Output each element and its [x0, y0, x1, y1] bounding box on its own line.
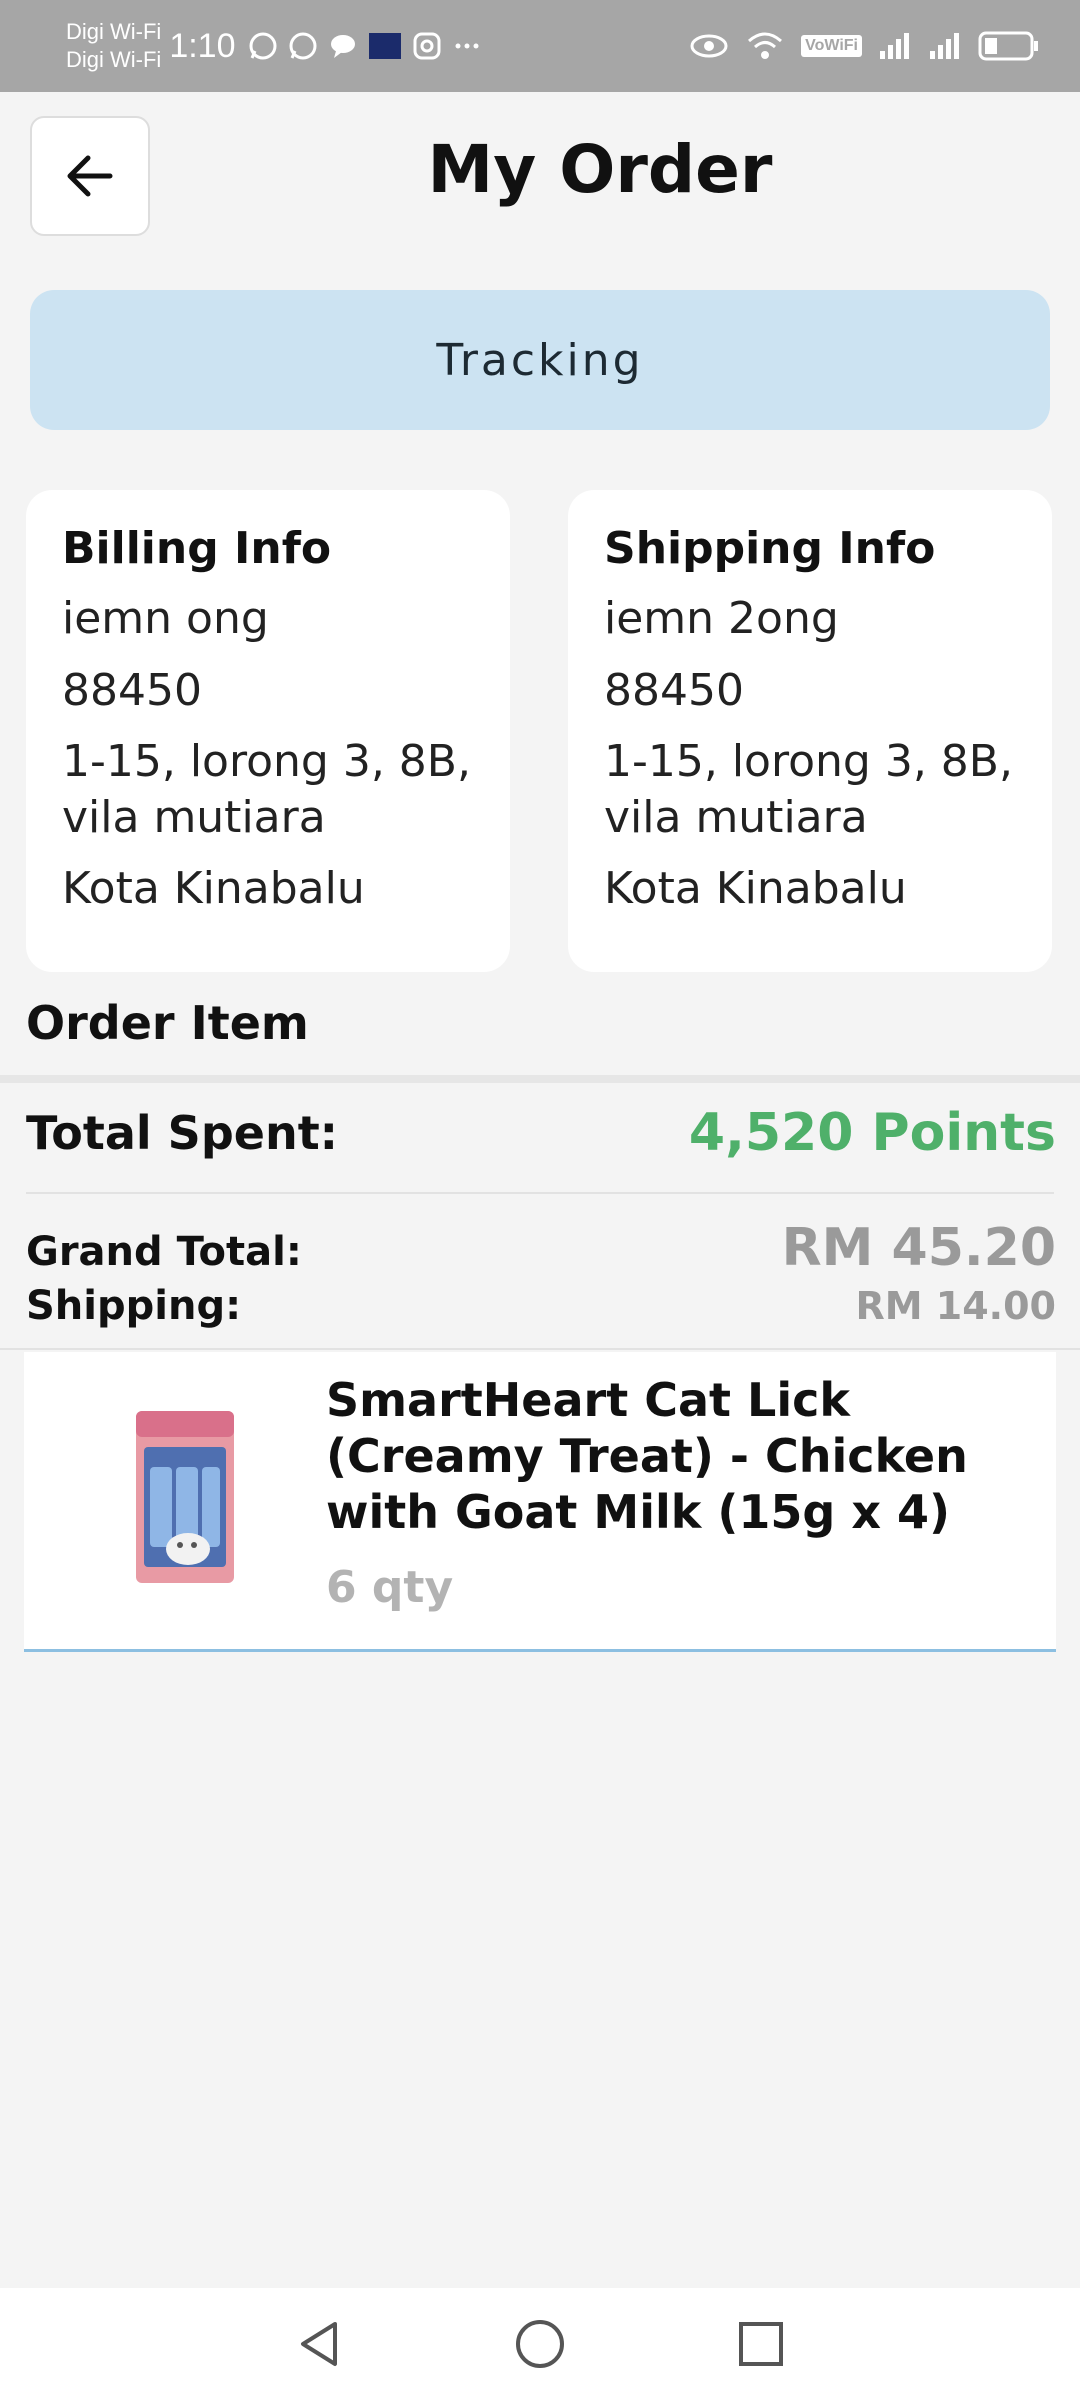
total-spent-row: Total Spent: 4,520 Points — [26, 1100, 1056, 1166]
page-title: My Order — [427, 131, 773, 208]
grand-total-label: Grand Total: — [26, 1229, 302, 1275]
signal-icon — [880, 33, 909, 59]
status-time: 1:10 — [169, 26, 236, 65]
system-icons: VoWiFi — [689, 29, 1040, 63]
carrier-2: Digi Wi-Fi — [66, 47, 162, 72]
tracking-button[interactable]: Tracking — [30, 290, 1050, 430]
total-spent-label: Total Spent: — [26, 1106, 339, 1160]
instagram-icon — [413, 32, 441, 60]
tracking-label: Tracking — [436, 334, 644, 386]
billing-name: iemn ong — [62, 593, 269, 644]
notification-icons — [248, 31, 482, 61]
divider — [26, 1192, 1054, 1194]
billing-info-card: Billing Info iemn ong 88450 1-15, lorong… — [26, 490, 510, 972]
square-recents-icon[interactable] — [733, 2316, 789, 2372]
shipping-fee-value: RM 14.00 — [855, 1284, 1056, 1328]
grand-total-row: Grand Total: RM 45.20 — [26, 1218, 1056, 1282]
status-bar: Digi Wi-Fi Digi Wi-Fi 1:10 VoWiFi — [0, 0, 1080, 92]
circle-home-icon[interactable] — [512, 2316, 568, 2372]
shipping-fee-row: Shipping: RM 14.00 — [26, 1278, 1056, 1334]
shipping-info-card: Shipping Info iemn 2ong 88450 1-15, loro… — [568, 490, 1052, 972]
whatsapp-icon — [249, 32, 277, 60]
wifi-icon — [748, 32, 783, 59]
shipping-fee-label: Shipping: — [26, 1283, 242, 1329]
shipping-city: Kota Kinabalu — [604, 863, 907, 914]
billing-postcode: 88450 — [62, 665, 202, 716]
navigation-bar — [0, 2288, 1080, 2400]
order-item-card[interactable]: SmartHeart Cat Lick (Creamy Treat) - Chi… — [24, 1352, 1056, 1652]
order-item-title: Order Item — [26, 996, 309, 1050]
product-image — [136, 1411, 234, 1583]
shipping-postcode: 88450 — [604, 665, 744, 716]
eye-icon — [690, 34, 728, 58]
app-badge-icon — [368, 33, 401, 59]
divider — [0, 1075, 1080, 1083]
vowifi-badge: VoWiFi — [801, 35, 862, 57]
product-qty: 6 qty — [326, 1562, 454, 1613]
total-spent-value: 4,520 Points — [688, 1103, 1056, 1163]
billing-address: 1-15, lorong 3, 8B, vila mutiara — [62, 736, 471, 843]
billing-city: Kota Kinabalu — [62, 863, 365, 914]
more-icon — [455, 43, 479, 49]
shipping-name: iemn 2ong — [604, 593, 839, 644]
billing-info-title: Billing Info — [62, 523, 332, 574]
triangle-back-icon[interactable] — [291, 2316, 347, 2372]
shipping-info-title: Shipping Info — [604, 523, 936, 574]
shipping-address: 1-15, lorong 3, 8B, vila mutiara — [604, 736, 1013, 843]
chat-bubble-icon — [330, 35, 355, 58]
product-name: SmartHeart Cat Lick (Creamy Treat) - Chi… — [326, 1373, 968, 1539]
carrier-1: Digi Wi-Fi — [66, 19, 162, 44]
divider — [0, 1348, 1080, 1350]
whatsapp-icon — [289, 32, 317, 60]
carrier-labels: Digi Wi-Fi Digi Wi-Fi — [66, 18, 161, 74]
battery-icon — [978, 31, 1038, 61]
signal-icon — [930, 33, 959, 59]
grand-total-value: RM 45.20 — [781, 1218, 1056, 1278]
